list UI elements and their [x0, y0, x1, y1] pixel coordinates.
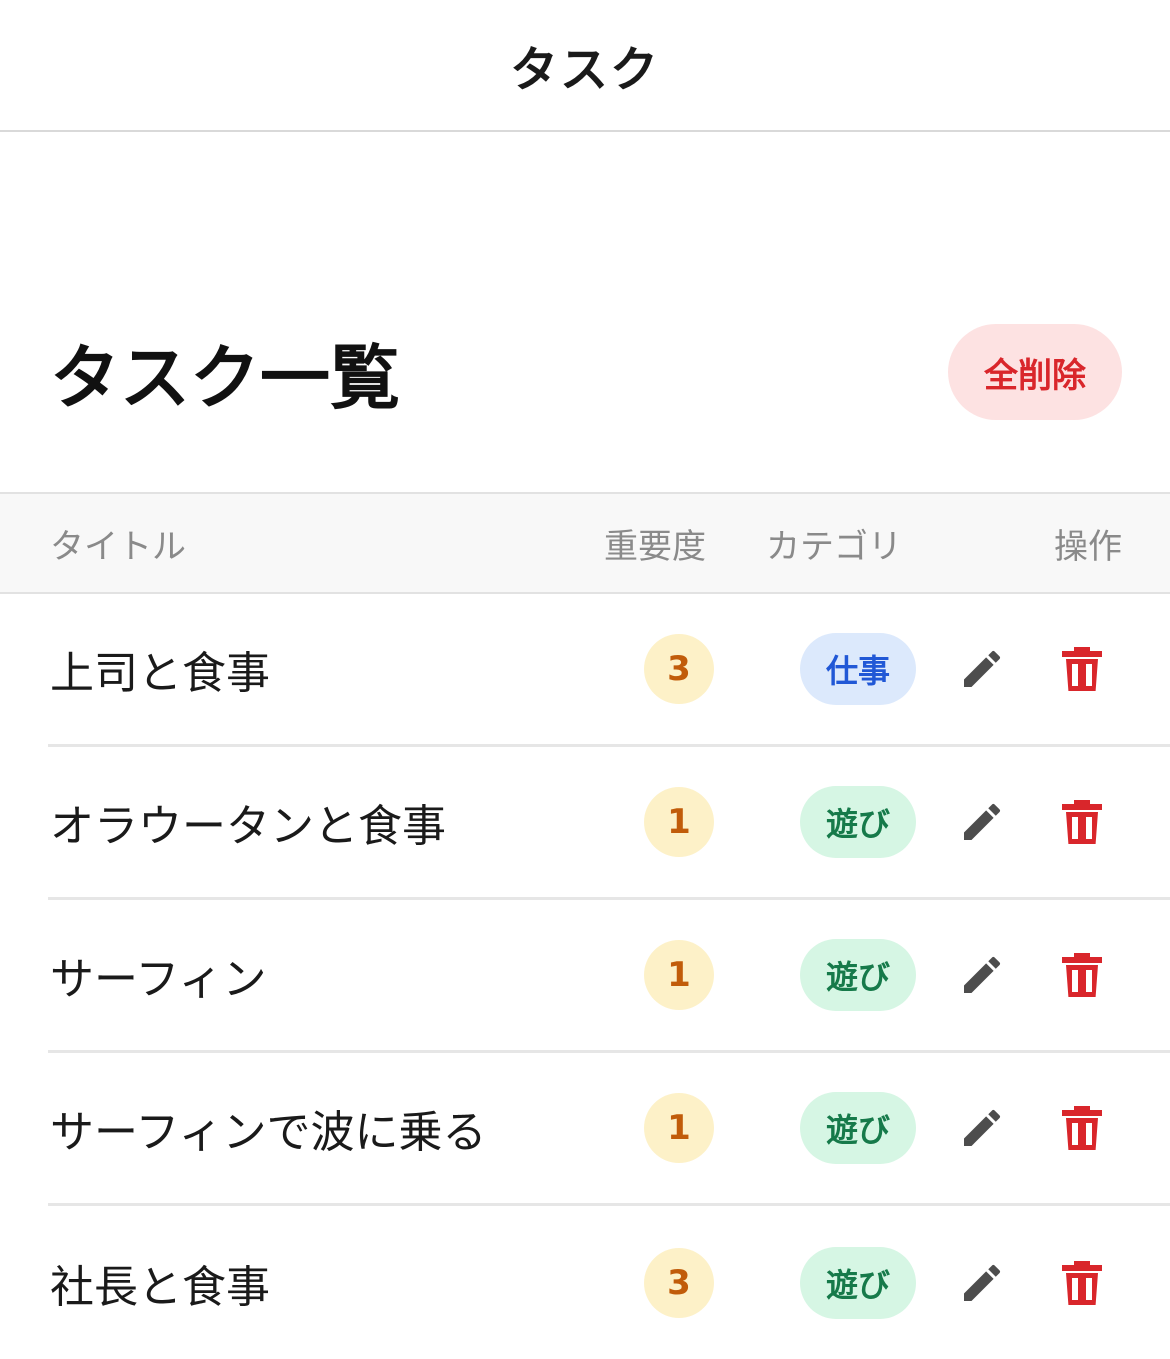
- task-title: 社長と食事: [50, 1261, 270, 1313]
- importance-badge: 1: [644, 787, 714, 857]
- pencil-icon: [964, 1109, 1001, 1146]
- column-header-importance: 重要度: [604, 526, 706, 567]
- page-title: タスク一覧: [50, 336, 400, 419]
- importance-badge: 1: [644, 1093, 714, 1163]
- trash-icon: [1062, 800, 1102, 844]
- edit-button[interactable]: [952, 792, 1012, 852]
- pencil-icon: [964, 650, 1001, 687]
- list-header: タスク一覧 全削除: [50, 320, 1122, 424]
- pencil-icon: [964, 956, 1001, 993]
- table-row[interactable]: サーフィンで波に乗る 1 遊び: [48, 1053, 1170, 1206]
- delete-button[interactable]: [1052, 1253, 1112, 1313]
- trash-icon: [1062, 647, 1102, 691]
- pencil-icon: [964, 803, 1001, 840]
- edit-button[interactable]: [952, 1253, 1012, 1313]
- table-row[interactable]: 上司と食事 3 仕事: [48, 594, 1170, 747]
- task-title: オラウータンと食事: [50, 801, 446, 852]
- task-title: サーフィンで波に乗る: [50, 1107, 487, 1158]
- trash-icon: [1062, 1260, 1102, 1305]
- trash-icon: [1062, 1106, 1102, 1150]
- category-badge: 遊び: [800, 939, 916, 1011]
- pencil-icon: [964, 1264, 1001, 1301]
- table-row[interactable]: 社長と食事 3 遊び: [48, 1206, 1170, 1359]
- delete-all-button[interactable]: 全削除: [948, 324, 1122, 420]
- category-badge: 遊び: [800, 786, 916, 858]
- table-row[interactable]: オラウータンと食事 1 遊び: [48, 747, 1170, 900]
- edit-button[interactable]: [952, 1098, 1012, 1158]
- task-title: サーフィン: [50, 954, 267, 1005]
- category-badge: 遊び: [800, 1246, 916, 1319]
- edit-button[interactable]: [952, 945, 1012, 1005]
- importance-badge: 3: [644, 1247, 714, 1318]
- column-header-category: カテゴリ: [766, 526, 902, 567]
- delete-button[interactable]: [1052, 639, 1112, 699]
- edit-button[interactable]: [952, 639, 1012, 699]
- importance-badge: 1: [644, 940, 714, 1010]
- nav-title: タスク: [509, 42, 660, 98]
- trash-icon: [1062, 953, 1102, 997]
- navigation-bar: タスク: [0, 0, 1170, 132]
- table-row[interactable]: サーフィン 1 遊び: [48, 900, 1170, 1053]
- delete-button[interactable]: [1052, 792, 1112, 852]
- delete-button[interactable]: [1052, 945, 1112, 1005]
- task-title: 上司と食事: [50, 648, 270, 699]
- delete-button[interactable]: [1052, 1098, 1112, 1158]
- category-badge: 遊び: [800, 1092, 916, 1164]
- table-header: タイトル 重要度 カテゴリ 操作: [0, 492, 1170, 594]
- column-header-title: タイトル: [50, 526, 186, 567]
- task-list: 上司と食事 3 仕事 オラウータンと食事 1 遊び サーフィン 1 遊び サーフ…: [0, 594, 1170, 1359]
- category-badge: 仕事: [800, 633, 916, 705]
- column-header-actions: 操作: [1054, 526, 1122, 567]
- importance-badge: 3: [644, 634, 714, 704]
